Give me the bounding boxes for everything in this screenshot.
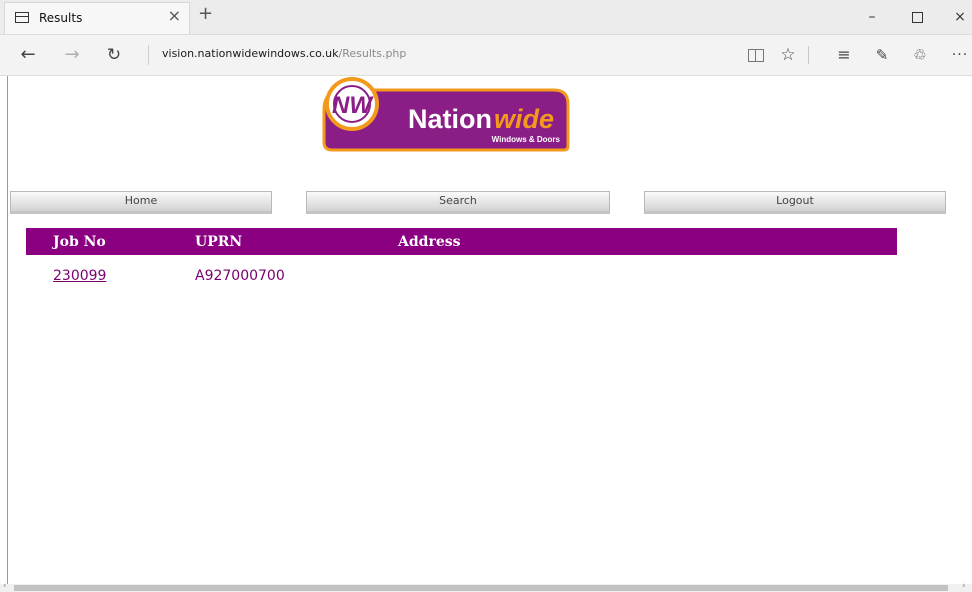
horizontal-scrollbar[interactable]: ‹ › xyxy=(0,581,972,592)
window-left-edge xyxy=(0,76,8,592)
column-header-uprn: UPRN xyxy=(195,228,398,255)
refresh-button[interactable]: ↻ xyxy=(102,43,126,67)
tab-close-icon[interactable]: × xyxy=(168,8,181,24)
share-button[interactable]: ♲ xyxy=(908,43,932,67)
tab-page-icon xyxy=(15,12,29,23)
minimize-button[interactable]: – xyxy=(852,0,892,34)
results-table: Job No UPRN Address 230099 A927000700 xyxy=(26,228,897,297)
search-button[interactable]: Search xyxy=(306,191,610,214)
forward-button[interactable]: → xyxy=(60,43,84,67)
table-row: 230099 A927000700 xyxy=(26,255,897,297)
scroll-right-icon[interactable]: › xyxy=(962,581,966,591)
hub-button[interactable]: ≡ xyxy=(832,43,856,67)
column-header-address: Address xyxy=(398,228,897,255)
url-path: /Results.php xyxy=(338,47,407,60)
maximize-icon xyxy=(911,11,923,23)
logout-button[interactable]: Logout xyxy=(644,191,946,214)
nationwide-logo: NW Nation wide Windows & Doors xyxy=(322,77,570,152)
logo-monogram: NW xyxy=(332,92,374,119)
close-window-button[interactable]: × xyxy=(940,0,972,34)
web-note-button[interactable]: ✎ xyxy=(870,43,894,67)
title-bar: Results × + – × xyxy=(0,0,972,35)
page-viewport: NW Nation wide Windows & Doors Home Sear… xyxy=(8,76,972,584)
favorite-star-button[interactable]: ☆ xyxy=(776,43,800,67)
maximize-button[interactable] xyxy=(897,0,937,34)
home-button[interactable]: Home xyxy=(10,191,272,214)
new-tab-button[interactable]: + xyxy=(198,5,213,23)
more-button[interactable]: ··· xyxy=(948,43,972,67)
address-bar[interactable]: vision.nationwidewindows.co.uk/Results.p… xyxy=(162,47,406,60)
results-header-row: Job No UPRN Address xyxy=(26,228,897,255)
tab-results[interactable]: Results × xyxy=(4,2,190,34)
scroll-left-icon[interactable]: ‹ xyxy=(3,581,7,591)
job-no-link[interactable]: 230099 xyxy=(53,268,106,284)
tab-title: Results xyxy=(39,11,83,25)
logo-brand-accent: wide xyxy=(494,104,554,134)
back-button[interactable]: ← xyxy=(16,43,40,67)
toolbar-divider xyxy=(808,46,809,64)
uprn-cell: A927000700 xyxy=(195,268,285,284)
browser-toolbar: ← → ↻ vision.nationwidewindows.co.uk/Res… xyxy=(0,35,972,76)
url-host: vision.nationwidewindows.co.uk xyxy=(162,47,339,60)
reading-view-button[interactable] xyxy=(744,43,768,67)
column-header-job-no: Job No xyxy=(26,228,195,255)
reading-view-icon xyxy=(748,49,764,62)
job-no-cell: 230099 xyxy=(26,255,195,297)
logo-brand-main: Nation xyxy=(408,104,492,134)
address-divider xyxy=(148,45,149,65)
logo-tagline: Windows & Doors xyxy=(492,135,561,144)
address-cell xyxy=(398,255,897,297)
scrollbar-thumb[interactable] xyxy=(14,585,948,591)
